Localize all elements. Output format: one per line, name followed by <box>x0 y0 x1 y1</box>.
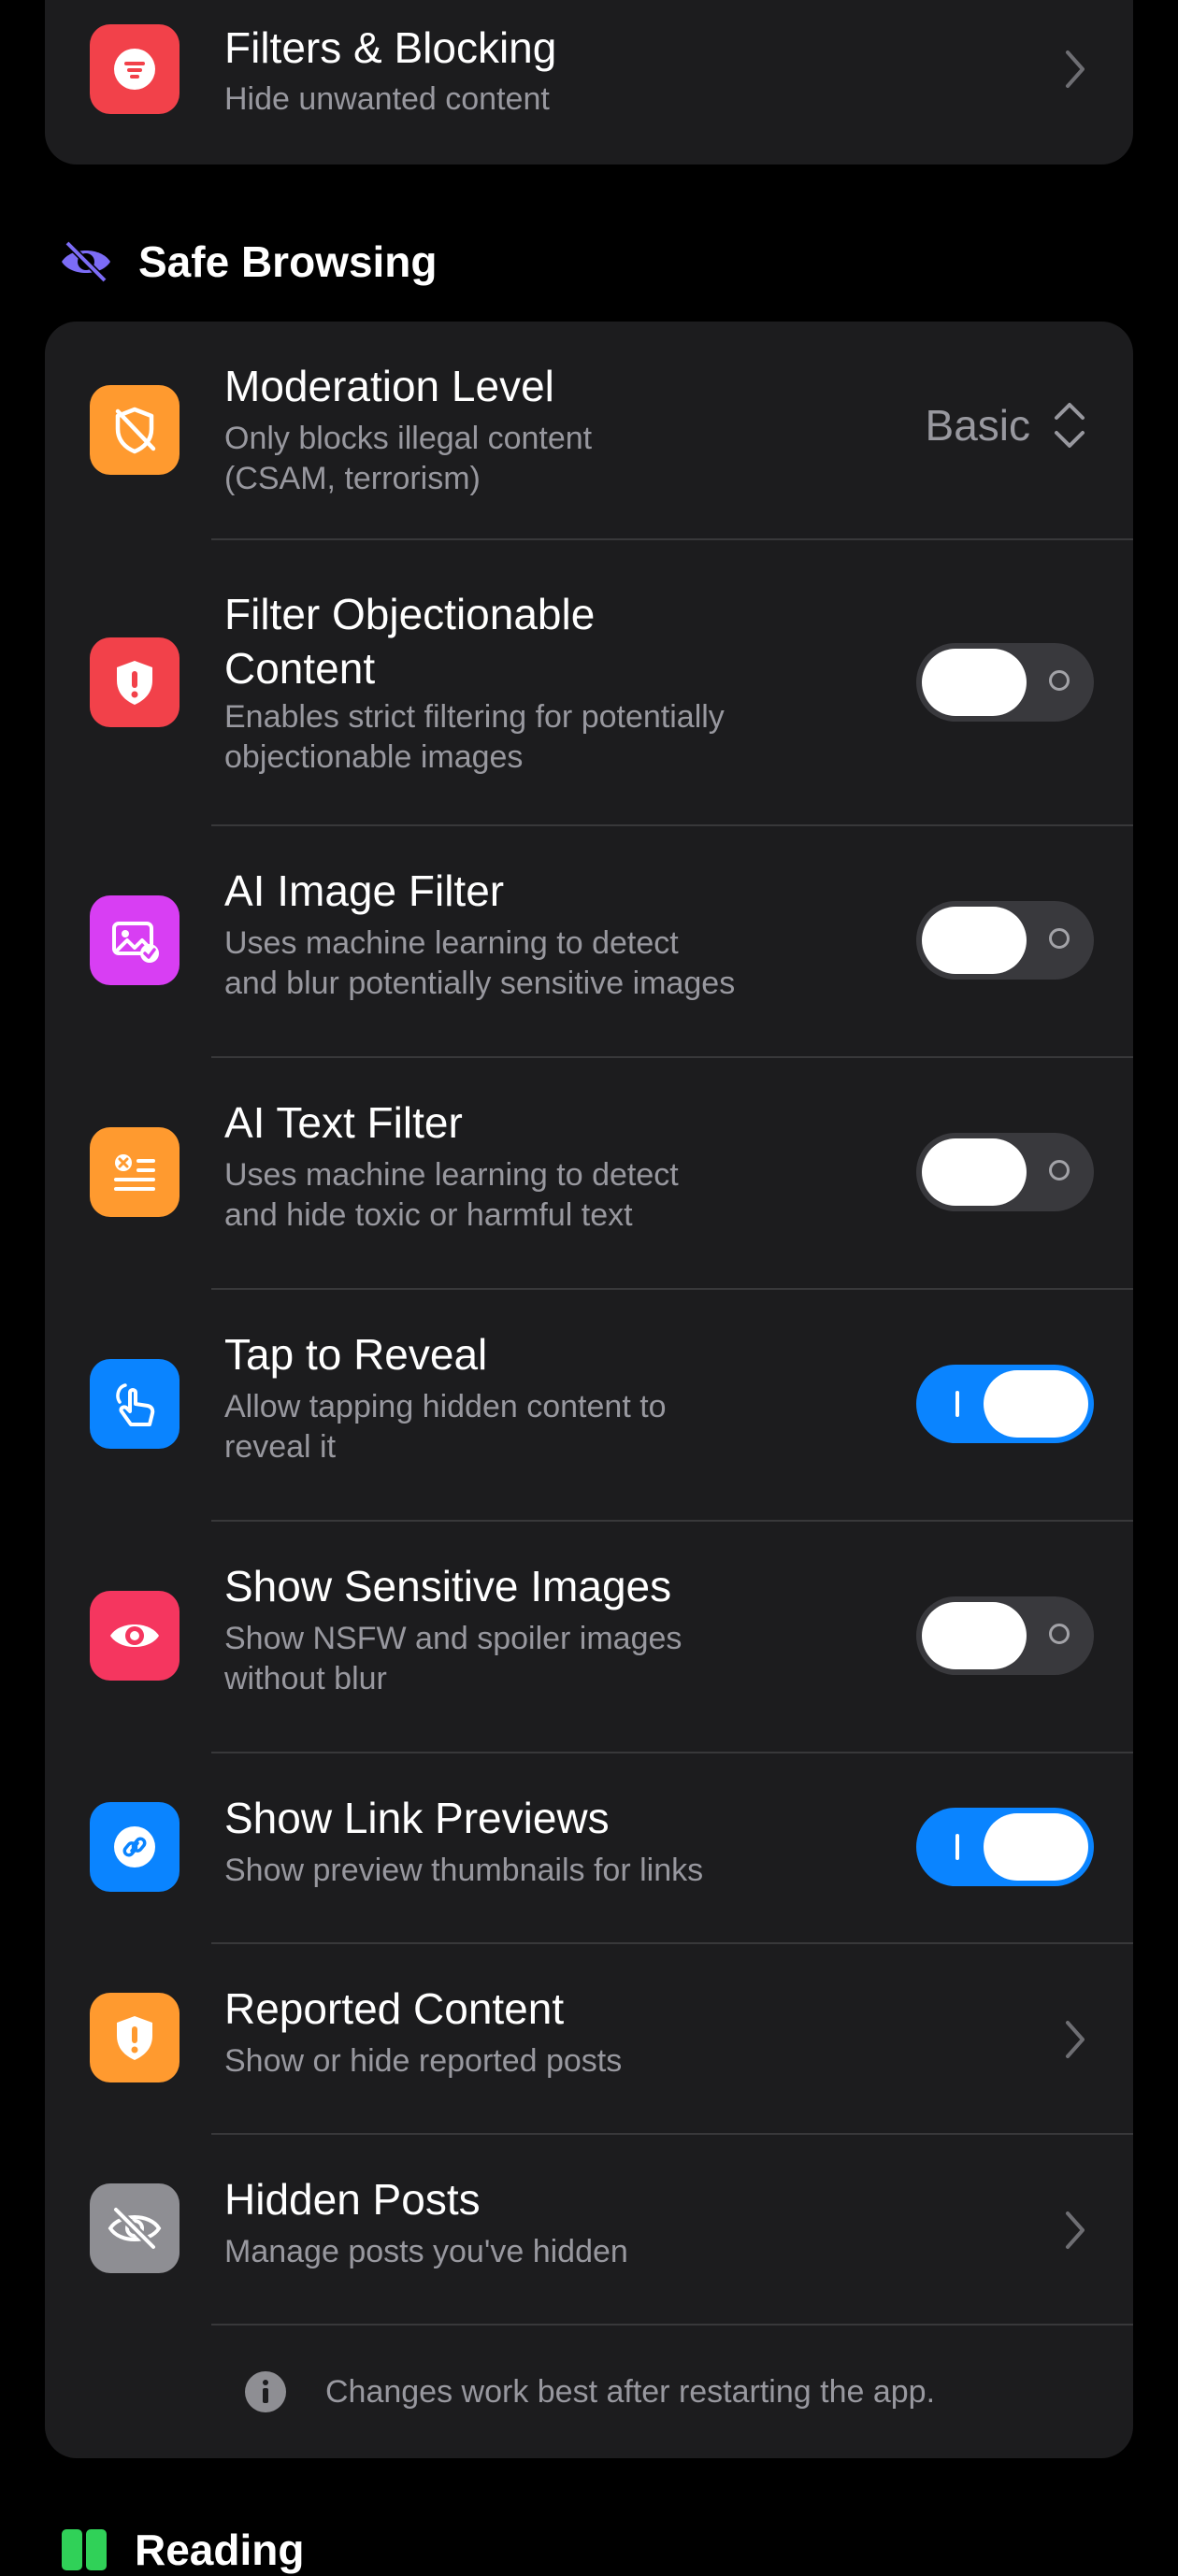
text-x-icon <box>90 1127 180 1217</box>
chevron-up-down-icon <box>1055 403 1085 448</box>
show-sensitive-images-subtitle: Show NSFW and spoiler images without blu… <box>224 1621 682 1696</box>
moderation-level-picker[interactable]: Basic <box>926 396 1088 454</box>
reading-header: Reading <box>58 2524 304 2576</box>
moderation-level-row[interactable]: Moderation Level Only blocks illegal con… <box>45 322 1133 538</box>
safe-browsing-header: Safe Browsing <box>58 234 438 290</box>
tap-to-reveal-title: Tap to Reveal <box>224 1330 488 1379</box>
eye-slash-icon <box>90 2183 180 2273</box>
safe-browsing-title: Safe Browsing <box>138 237 438 286</box>
filters-card: Filters & Blocking Hide unwanted content <box>45 0 1133 165</box>
eye-icon <box>90 1591 180 1681</box>
show-link-previews-row: Show Link Previews Show preview thumbnai… <box>45 1753 1133 1942</box>
reported-content-subtitle: Show or hide reported posts <box>224 2043 623 2079</box>
filter-lines-icon <box>90 24 180 114</box>
moderation-level-title: Moderation Level <box>224 362 554 410</box>
ai-image-filter-toggle[interactable] <box>916 901 1094 980</box>
restart-note-text: Changes work best after restarting the a… <box>324 2373 936 2410</box>
restart-note: Changes work best after restarting the a… <box>45 2326 1133 2458</box>
chevron-right-icon <box>1066 50 1085 88</box>
reported-content-title: Reported Content <box>224 1984 565 2033</box>
ai-text-filter-row: AI Text Filter Uses machine learning to … <box>45 1058 1133 1288</box>
info-icon <box>244 2371 286 2412</box>
hand-tap-icon <box>90 1359 180 1449</box>
ai-text-filter-toggle[interactable] <box>916 1133 1094 1211</box>
hidden-posts-subtitle: Manage posts you've hidden <box>224 2234 628 2269</box>
chevron-right-icon <box>1066 2211 1085 2249</box>
shield-slash-icon <box>90 385 180 475</box>
filters-blocking-title: Filters & Blocking <box>224 23 557 72</box>
moderation-level-value: Basic <box>925 401 1030 450</box>
show-sensitive-images-row: Show Sensitive Images Show NSFW and spoi… <box>45 1522 1133 1752</box>
link-icon <box>90 1802 180 1892</box>
filter-objectionable-title: Filter Objectionable Content <box>224 590 596 693</box>
hidden-posts-title: Hidden Posts <box>224 2175 481 2224</box>
reading-title: Reading <box>135 2526 305 2574</box>
reported-content-row[interactable]: Reported Content Show or hide reported p… <box>45 1944 1133 2133</box>
shield-exclamation-icon <box>90 637 180 727</box>
safe-browsing-card: Moderation Level Only blocks illegal con… <box>45 322 1133 2458</box>
filters-blocking-subtitle: Hide unwanted content <box>224 81 550 117</box>
hidden-posts-row[interactable]: Hidden Posts Manage posts you've hidden <box>45 2135 1133 2324</box>
filters-blocking-row[interactable]: Filters & Blocking Hide unwanted content <box>45 0 1133 165</box>
tap-to-reveal-subtitle: Allow tapping hidden content to reveal i… <box>224 1389 667 1465</box>
ai-image-filter-row: AI Image Filter Uses machine learning to… <box>45 826 1133 1056</box>
filter-objectionable-row: Filter Objectionable Content Enables str… <box>45 540 1133 824</box>
ai-image-filter-subtitle: Uses machine learning to detect and blur… <box>224 925 736 1001</box>
tap-to-reveal-row: Tap to Reveal Allow tapping hidden conte… <box>45 1290 1133 1520</box>
show-link-previews-title: Show Link Previews <box>224 1794 610 1842</box>
chevron-right-icon <box>1066 2021 1085 2058</box>
book-icon <box>62 2529 107 2570</box>
show-link-previews-subtitle: Show preview thumbnails for links <box>224 1853 704 1888</box>
show-sensitive-images-toggle[interactable] <box>916 1596 1094 1675</box>
photo-checkmark-icon <box>90 895 180 985</box>
filter-objectionable-toggle[interactable] <box>916 643 1094 722</box>
moderation-level-subtitle: Only blocks illegal content (CSAM, terro… <box>224 421 593 496</box>
filter-objectionable-subtitle: Enables strict filtering for potentially… <box>224 699 725 775</box>
ai-text-filter-title: AI Text Filter <box>224 1098 463 1147</box>
tap-to-reveal-toggle[interactable] <box>916 1365 1094 1443</box>
eye-slash-icon <box>62 240 110 283</box>
ai-text-filter-subtitle: Uses machine learning to detect and hide… <box>224 1157 679 1233</box>
show-sensitive-images-title: Show Sensitive Images <box>224 1562 672 1610</box>
ai-image-filter-title: AI Image Filter <box>224 866 505 915</box>
show-link-previews-toggle[interactable] <box>916 1808 1094 1886</box>
shield-exclamation-icon <box>90 1993 180 2082</box>
